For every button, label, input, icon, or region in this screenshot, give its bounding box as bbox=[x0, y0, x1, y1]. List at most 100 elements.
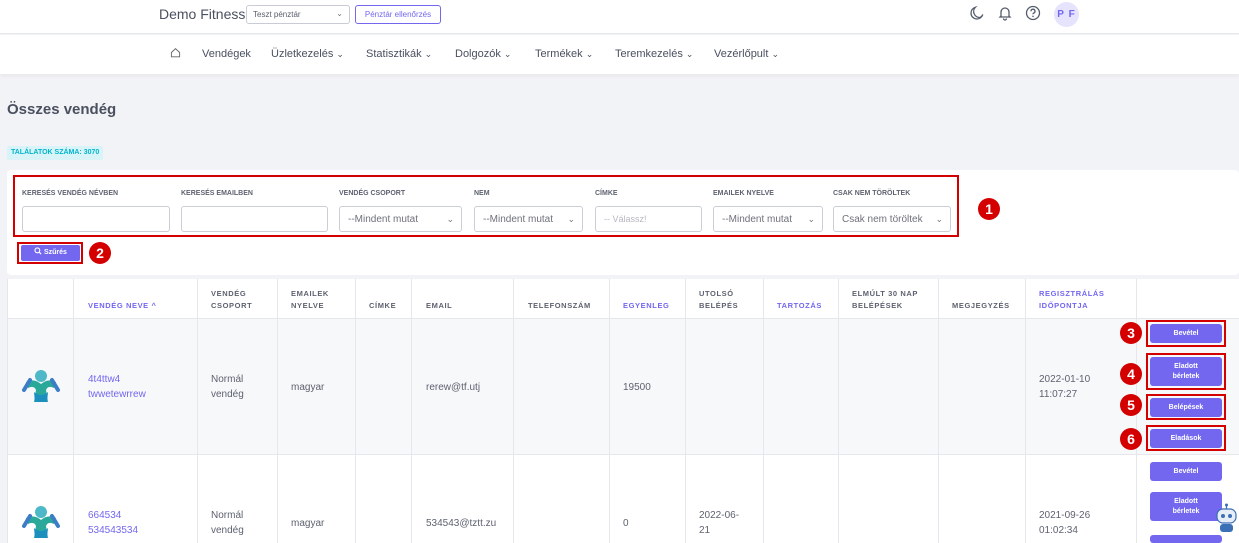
column-divider bbox=[938, 279, 939, 543]
registered-date: 2021-09-26 bbox=[1039, 510, 1091, 521]
annotation-number: 6 bbox=[1120, 428, 1142, 450]
col-header-language: EMAILEK NYELVE bbox=[291, 289, 329, 310]
column-divider bbox=[411, 279, 412, 543]
main-nav: Vendégek Üzletkezelés ⌄ Statisztikák ⌄ Dol… bbox=[0, 35, 1239, 74]
table-divider bbox=[7, 318, 1239, 319]
annotation-box bbox=[17, 242, 83, 264]
col-header-email: EMAIL bbox=[426, 301, 453, 310]
result-count-label: TALÁLATOK SZÁMA: bbox=[11, 149, 82, 156]
nav-item-guests[interactable]: Vendégek bbox=[202, 48, 251, 60]
annotation-number: 5 bbox=[1120, 394, 1142, 416]
guest-group-cell: Normál vendég bbox=[211, 372, 244, 402]
guest-group-line: Normál bbox=[211, 510, 244, 521]
registered-time: 11:07:27 bbox=[1039, 389, 1078, 400]
chevron-down-icon: ⌄ bbox=[424, 49, 433, 59]
nav-item-business[interactable]: Üzletkezelés ⌄ bbox=[271, 48, 344, 60]
nav-item-dashboard[interactable]: Vezérlőpult ⌄ bbox=[714, 48, 779, 60]
column-divider bbox=[609, 279, 610, 543]
col-header-entries-30: ELMÚLT 30 NAP BELÉPÉSEK bbox=[852, 289, 918, 310]
moon-icon[interactable] bbox=[968, 5, 986, 23]
column-divider bbox=[763, 279, 764, 543]
col-header-debt[interactable]: TARTOZÁS bbox=[777, 300, 822, 312]
guest-name-line: twwetewrrew bbox=[88, 389, 146, 400]
column-divider bbox=[277, 279, 278, 543]
bell-icon[interactable] bbox=[996, 5, 1014, 23]
guest-group-line: vendég bbox=[211, 525, 244, 536]
nav-item-label: Vendégek bbox=[202, 48, 251, 60]
result-count-value: 3070 bbox=[83, 149, 100, 156]
annotation-number: 4 bbox=[1120, 363, 1142, 385]
column-divider bbox=[73, 279, 74, 543]
annotation-box bbox=[1146, 353, 1226, 390]
registered-time: 01:02:34 bbox=[1039, 525, 1078, 536]
guest-name-line: 664534 bbox=[88, 510, 122, 521]
last-entry-line: 21 bbox=[699, 525, 711, 536]
nav-item-products[interactable]: Termékek ⌄ bbox=[535, 48, 593, 60]
email-language-cell: magyar bbox=[291, 382, 325, 393]
last-entry-cell: 2022-06- 21 bbox=[699, 508, 739, 538]
annotation-number: 1 bbox=[978, 198, 1000, 220]
guest-group-line: vendég bbox=[211, 389, 244, 400]
balance-cell: 19500 bbox=[623, 382, 651, 393]
column-divider bbox=[197, 279, 198, 543]
col-header-name[interactable]: VENDÉG NEVE ^ bbox=[88, 300, 156, 312]
chevron-down-icon: ⌄ bbox=[336, 9, 343, 18]
sold-passes-label: bérletek bbox=[1172, 507, 1200, 515]
nav-item-staff[interactable]: Dolgozók ⌄ bbox=[455, 48, 511, 60]
sold-passes-button[interactable]: Eladott bérletek bbox=[1150, 492, 1222, 521]
nav-item-label: Vezérlőpult bbox=[714, 48, 769, 60]
guest-name-link[interactable]: 4t4ttw4 twwetewrrew bbox=[88, 372, 146, 402]
table-divider bbox=[7, 454, 1239, 455]
registered-date: 2022-01-10 bbox=[1039, 374, 1091, 385]
col-header-registered[interactable]: REGISZTRÁLÁS IDŐPONTJA bbox=[1039, 288, 1119, 312]
email-language-cell: magyar bbox=[291, 518, 325, 529]
guest-group-cell: Normál vendég bbox=[211, 508, 244, 538]
nav-item-statistics[interactable]: Statisztikák ⌄ bbox=[366, 48, 432, 60]
page-title: Összes vendég bbox=[7, 101, 117, 118]
chevron-down-icon: ⌄ bbox=[336, 49, 344, 59]
col-header-last-entry: UTOLSÓ BELÉPÉS bbox=[699, 289, 739, 310]
guest-group-line: Normál bbox=[211, 374, 244, 385]
annotation-number: 3 bbox=[1120, 322, 1142, 344]
top-bar: Demo Fitness Teszt pénztár ⌄ Pénztár ell… bbox=[0, 0, 1239, 34]
cash-register-select[interactable]: Teszt pénztár ⌄ bbox=[246, 5, 350, 24]
nav-item-label: Üzletkezelés bbox=[271, 48, 334, 60]
email-cell: 534543@tztt.zu bbox=[426, 518, 497, 529]
chatbot-icon[interactable] bbox=[1214, 503, 1239, 533]
annotation-box bbox=[1146, 394, 1226, 420]
balance-cell: 0 bbox=[623, 518, 629, 529]
nav-item-rooms[interactable]: Teremkezelés ⌄ bbox=[615, 48, 693, 60]
chevron-down-icon: ⌄ bbox=[503, 49, 512, 59]
guest-name-line: 4t4ttw4 bbox=[88, 374, 121, 385]
cash-register-check-button[interactable]: Pénztár ellenőrzés bbox=[355, 5, 441, 24]
column-divider bbox=[1025, 279, 1026, 543]
entries-button[interactable] bbox=[1150, 535, 1222, 543]
column-divider bbox=[838, 279, 839, 543]
registered-cell: 2021-09-26 01:02:34 bbox=[1039, 508, 1090, 538]
column-divider bbox=[7, 279, 8, 543]
guest-name-line: 534543534 bbox=[88, 525, 139, 536]
column-divider bbox=[685, 279, 686, 543]
col-header-balance[interactable]: EGYENLEG bbox=[623, 300, 669, 312]
col-header-group: VENDÉG CSOPORT bbox=[211, 289, 253, 310]
income-button[interactable]: Bevétel bbox=[1150, 462, 1222, 481]
guest-avatar bbox=[22, 370, 60, 402]
col-header-note: MEGJEGYZÉS bbox=[952, 301, 1010, 310]
col-header-phone: TELEFONSZÁM bbox=[528, 301, 591, 310]
annotation-box bbox=[13, 175, 959, 237]
chevron-down-icon: ⌄ bbox=[685, 49, 694, 59]
registered-cell: 2022-01-10 11:07:27 bbox=[1039, 372, 1090, 402]
nav-item-label: Dolgozók bbox=[455, 48, 501, 60]
guest-name-link[interactable]: 664534 534543534 bbox=[88, 508, 138, 538]
guest-avatar bbox=[22, 506, 60, 538]
brand-name: Demo Fitness bbox=[159, 6, 246, 22]
home-icon[interactable] bbox=[170, 47, 181, 61]
user-avatar[interactable]: P F bbox=[1054, 2, 1079, 27]
annotation-number: 2 bbox=[89, 242, 111, 264]
help-icon[interactable] bbox=[1024, 5, 1042, 23]
column-divider bbox=[355, 279, 356, 543]
chevron-down-icon: ⌄ bbox=[771, 49, 779, 59]
nav-item-label: Teremkezelés bbox=[615, 48, 683, 60]
cash-register-select-value: Teszt pénztár bbox=[253, 10, 301, 19]
nav-item-label: Statisztikák bbox=[366, 48, 422, 60]
